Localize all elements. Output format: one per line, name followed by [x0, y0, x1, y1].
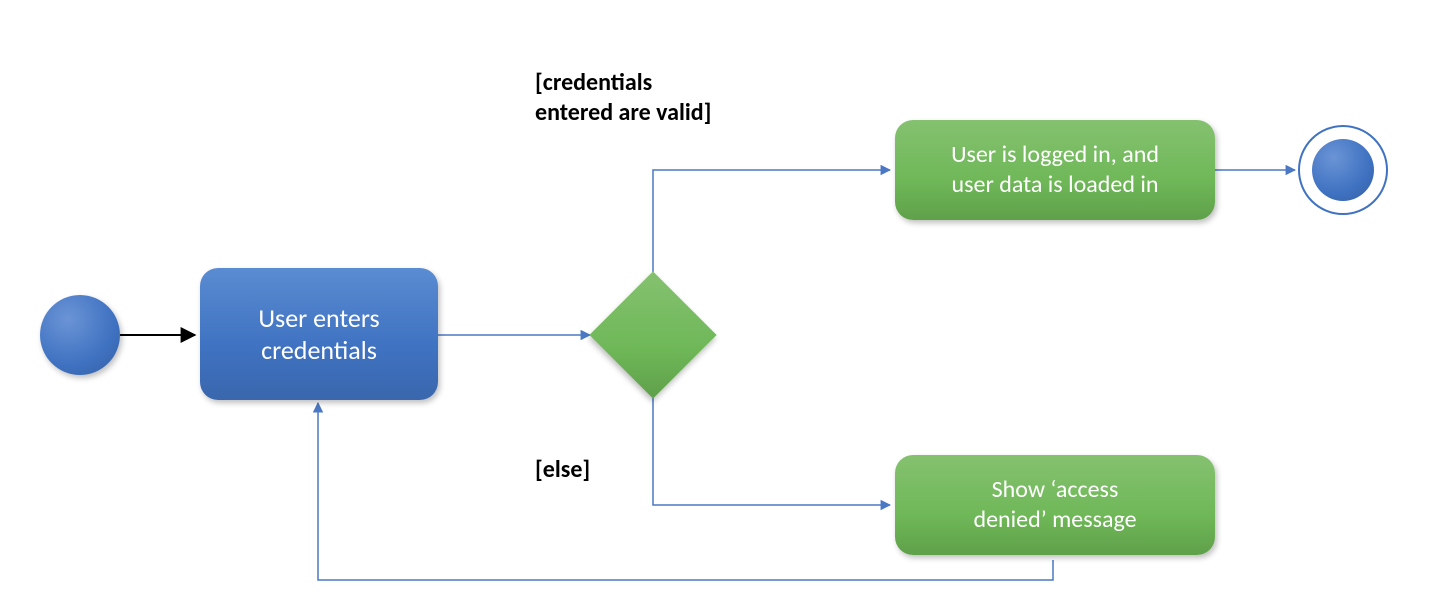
activity-logged-in-label: User is logged in, and user data is load… — [951, 140, 1159, 200]
guard-else: [else] — [535, 455, 590, 485]
guard-else-text: [else] — [535, 455, 590, 484]
guard-valid: [credentials entered are valid] — [535, 68, 815, 128]
final-node-inner-icon — [1312, 139, 1374, 201]
activity-logged-in: User is logged in, and user data is load… — [895, 120, 1215, 220]
activity-access-denied: Show ‘access denied’ message — [895, 455, 1215, 555]
activity-enter-credentials-label: User enters credentials — [258, 302, 379, 367]
activity-enter-credentials: User enters credentials — [200, 268, 438, 400]
final-node — [1298, 125, 1388, 215]
decision-diamond-icon — [589, 271, 716, 398]
guard-valid-text: [credentials entered are valid] — [535, 68, 711, 127]
activity-diagram: User enters credentials [credentials ent… — [0, 0, 1433, 598]
initial-node — [40, 295, 120, 375]
edge-decision-to-access-denied — [653, 398, 890, 505]
decision-node — [608, 290, 698, 380]
activity-access-denied-label: Show ‘access denied’ message — [973, 475, 1136, 535]
edge-decision-to-logged-in — [653, 170, 890, 272]
